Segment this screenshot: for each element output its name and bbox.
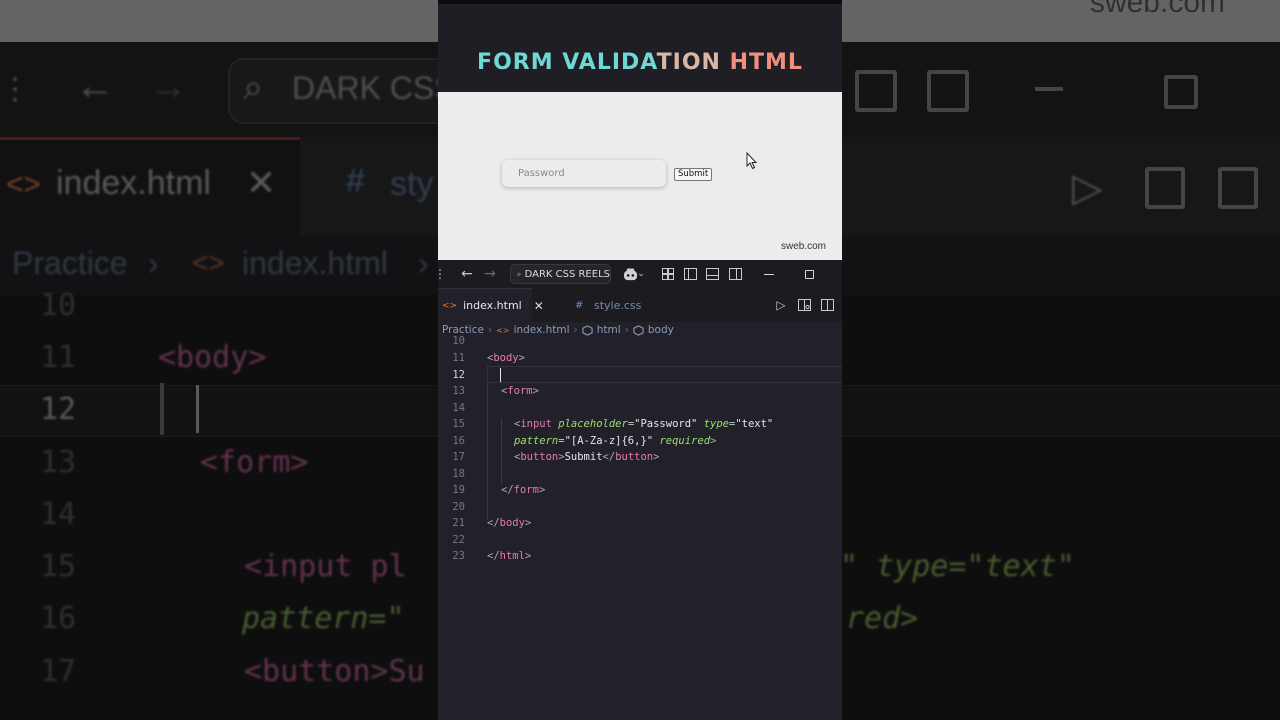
code-line-12: 12 (438, 366, 842, 384)
code-line-17: 17 <button>Submit</button> (452, 451, 660, 463)
menu-icon[interactable]: ⋮ (438, 260, 446, 288)
code-line-21: 21 </body> (452, 517, 532, 529)
current-line-highlight (487, 366, 842, 383)
code-line-19: 19 </form> (452, 484, 546, 496)
editor-titlebar: ⋮ ← → DARK CSS REELS ⌄ (438, 260, 842, 288)
tab-label: style.css (594, 298, 642, 312)
code-line-18: 18 (452, 467, 465, 480)
open-preview-icon[interactable] (796, 288, 812, 322)
toggle-panel-icon[interactable] (704, 260, 720, 288)
minimize-icon[interactable] (760, 260, 778, 288)
search-icon (517, 272, 521, 276)
password-input[interactable] (502, 160, 666, 187)
reel-title-part1: FORM VALIDA (477, 50, 657, 75)
code-line-22: 22 (452, 533, 465, 546)
customize-layout-icon[interactable] (660, 260, 676, 288)
code-line-16: 16 pattern="[A-Za-z]{6,}" required> (452, 434, 717, 447)
browser-preview: Submit sweb.com (438, 92, 842, 260)
tab-label: index.html (463, 299, 522, 312)
watermark: sweb.com (780, 241, 826, 252)
editor-tabs: <> index.html ✕ # style.css ▷ (438, 288, 842, 322)
split-editor-icon[interactable] (819, 288, 835, 322)
command-center-search[interactable]: DARK CSS REELS (510, 264, 611, 284)
back-arrow-icon[interactable]: ← (458, 260, 476, 288)
tab-index-html[interactable]: <> index.html ✕ (438, 288, 544, 322)
code-line-20: 20 (452, 500, 465, 513)
code-line-13: 13 <form> (452, 385, 539, 397)
code-line-14: 14 (452, 401, 465, 414)
reel-title: FORM VALIDATION HTML (438, 50, 842, 75)
search-label: DARK CSS REELS (524, 268, 610, 280)
reel-title-part3: HTML (720, 50, 803, 75)
code-line-10: 10 (452, 335, 465, 347)
code-line-15: 15 <input placeholder="Password" type="t… (452, 418, 774, 430)
text-caret (500, 367, 501, 382)
chevron-down-icon[interactable]: ⌄ (637, 260, 645, 288)
toggle-secondary-sidebar-icon[interactable] (727, 260, 743, 288)
tab-style-css[interactable]: # style.css (538, 288, 642, 322)
panel-top-edge (438, 0, 842, 4)
code-line-11: 11 <body> (452, 352, 525, 364)
forward-arrow-icon[interactable]: → (481, 260, 499, 288)
code-editor[interactable]: 10 11 <body> 12 13 <form> 14 15 <input p… (438, 335, 842, 720)
maximize-icon[interactable] (800, 260, 818, 288)
code-line-23: 23 </html> (452, 550, 532, 562)
html-file-icon: <> (442, 300, 458, 311)
run-icon[interactable]: ▷ (774, 288, 788, 322)
reel-title-part2: TION (656, 50, 721, 75)
toggle-sidebar-icon[interactable] (682, 260, 698, 288)
css-file-icon: # (575, 299, 584, 311)
mouse-pointer-icon (746, 152, 758, 170)
submit-button[interactable]: Submit (674, 168, 713, 181)
reel-panel: FORM VALIDATION HTML Submit sweb.com ⋮ ←… (438, 0, 842, 720)
